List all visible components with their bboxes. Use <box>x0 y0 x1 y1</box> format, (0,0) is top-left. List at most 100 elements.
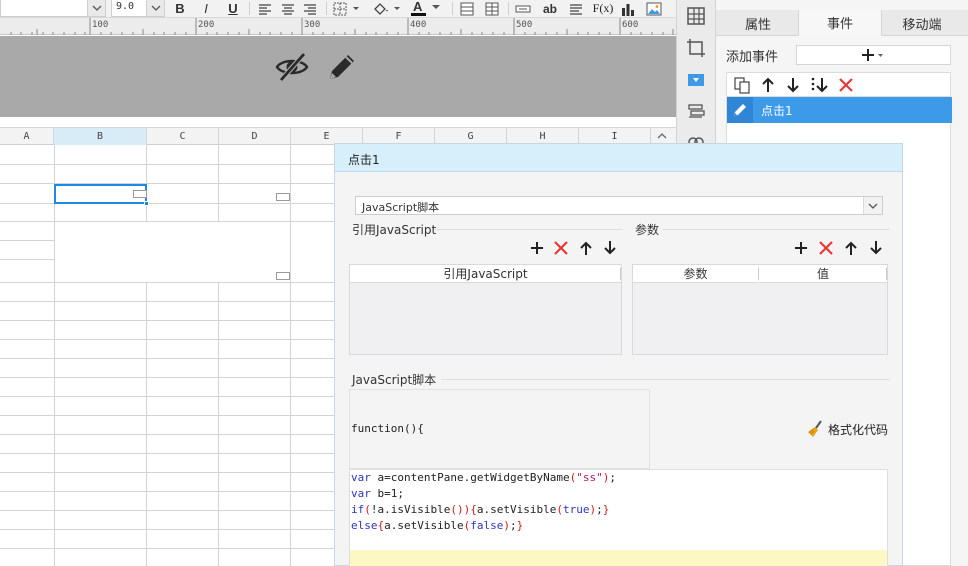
column-header[interactable]: C <box>147 128 219 145</box>
column-header[interactable]: A <box>0 128 54 145</box>
toolbar-divider <box>452 2 453 15</box>
split-cells-icon[interactable] <box>484 0 500 17</box>
event-toolbar <box>726 72 951 96</box>
property-tabs: 属性 事件 移动端 <box>716 10 968 36</box>
section-divider <box>435 229 623 230</box>
tab-mobile[interactable]: 移动端 <box>880 10 964 36</box>
italic-button[interactable]: I <box>198 0 214 17</box>
underline-button[interactable]: U <box>224 0 242 17</box>
move-down-icon[interactable] <box>869 240 883 256</box>
move-bottom-icon[interactable] <box>809 76 829 94</box>
toolbar-divider <box>508 2 509 15</box>
toolbar-divider <box>326 2 327 15</box>
column-header-selected[interactable]: B <box>54 128 147 145</box>
widget-marker[interactable] <box>276 193 290 201</box>
table-header-cell: 参数 <box>633 265 758 283</box>
table-header-cell: 引用JavaScript <box>350 265 621 283</box>
delete-icon[interactable] <box>818 240 834 256</box>
tab-properties[interactable]: 属性 <box>716 10 800 36</box>
selected-cell[interactable] <box>54 184 149 206</box>
section-ref-javascript: 引用JavaScript <box>352 223 437 237</box>
event-type-select[interactable]: JavaScript脚本 <box>355 196 883 215</box>
ruler-mark: 300 <box>304 20 321 30</box>
move-up-icon[interactable] <box>579 240 593 256</box>
widget-marker[interactable] <box>276 272 290 280</box>
font-size-value: 9.0 <box>116 1 135 12</box>
font-color-select[interactable]: A <box>410 0 444 17</box>
chevron-down-icon[interactable] <box>146 0 164 16</box>
formula-button[interactable]: F(x) <box>592 0 614 17</box>
list-item[interactable]: 点击1 <box>727 97 952 123</box>
fill-handle[interactable] <box>144 201 149 206</box>
code-lines: var a=contentPane.getWidgetByName("ss");… <box>351 470 616 534</box>
text-ab-button[interactable]: ab <box>540 0 560 17</box>
chevron-down-icon[interactable] <box>863 197 882 214</box>
list-widget-icon[interactable] <box>686 102 706 122</box>
table-header-cell: 值 <box>759 265 887 283</box>
column-header[interactable]: D <box>219 128 291 145</box>
section-params: 参数 <box>635 223 660 237</box>
add-event-button[interactable] <box>796 45 951 65</box>
delete-icon[interactable] <box>553 240 569 256</box>
paragraph-icon[interactable] <box>567 0 585 17</box>
move-down-icon[interactable] <box>603 240 617 256</box>
chevron-down-icon[interactable] <box>87 0 105 16</box>
add-icon[interactable] <box>529 240 545 256</box>
ruler-mark: 600 <box>622 20 639 30</box>
section-divider <box>663 229 890 230</box>
ruler-mark: 500 <box>516 20 533 30</box>
function-header-box: function(){ <box>349 389 650 469</box>
chart-icon[interactable] <box>620 0 636 17</box>
pencil-icon[interactable] <box>326 51 358 83</box>
crop-icon[interactable] <box>686 38 706 58</box>
dialog-header: 点击1 <box>335 144 902 172</box>
event-edit-dialog: 点击1 JavaScript脚本 引用JavaScript 参数 引用JavaS… <box>334 143 903 566</box>
code-editor[interactable]: var a=contentPane.getWidgetByName("ss");… <box>349 469 888 566</box>
text-field-icon[interactable] <box>514 0 532 17</box>
event-label: 点击1 <box>761 104 793 118</box>
section-divider <box>441 379 890 380</box>
scroll-up-icon[interactable] <box>655 130 669 142</box>
dropdown-widget-icon[interactable] <box>686 70 706 90</box>
delete-icon[interactable] <box>837 76 855 94</box>
dialog-title: 点击1 <box>348 153 380 167</box>
ruler-mark: 400 <box>410 20 427 30</box>
widget-marker[interactable] <box>133 190 147 198</box>
copy-icon[interactable] <box>733 76 751 94</box>
ruler-mark: 200 <box>198 20 215 30</box>
plus-dropdown-icon <box>861 49 883 61</box>
ref-javascript-table[interactable]: 引用JavaScript <box>349 264 622 355</box>
ruler-mark: 100 <box>92 20 109 30</box>
current-line-highlight <box>350 550 887 566</box>
params-table[interactable]: 参数 值 <box>632 264 888 355</box>
tab-events[interactable]: 事件 <box>798 10 882 36</box>
merge-cells-icon[interactable] <box>459 0 475 17</box>
align-center-icon[interactable] <box>279 0 297 17</box>
move-up-icon[interactable] <box>760 76 776 94</box>
widget-canvas[interactable] <box>0 36 676 117</box>
code-line: if(!a.isVisible()){a.setVisible(true);} <box>351 503 610 516</box>
format-code-button[interactable]: 格式化代码 <box>807 420 888 438</box>
section-javascript-script: JavaScript脚本 <box>352 373 437 387</box>
align-left-icon[interactable] <box>256 0 274 17</box>
font-size-select[interactable]: 9.0 <box>111 0 165 17</box>
border-select[interactable] <box>333 0 363 17</box>
edit-icon[interactable] <box>727 97 753 123</box>
image-icon[interactable] <box>645 0 663 17</box>
move-up-icon[interactable] <box>844 240 858 256</box>
grid-icon[interactable] <box>686 6 706 26</box>
code-line: var a=contentPane.getWidgetByName("ss"); <box>351 471 616 484</box>
bold-button[interactable]: B <box>172 0 188 17</box>
event-type-value: JavaScript脚本 <box>362 201 440 214</box>
add-event-label: 添加事件 <box>726 50 779 65</box>
font-color-label: A <box>413 0 423 14</box>
move-down-icon[interactable] <box>785 76 801 94</box>
align-right-icon[interactable] <box>301 0 319 17</box>
code-line: var b=1; <box>351 487 404 500</box>
code-line: else{a.setVisible(false);} <box>351 519 524 532</box>
function-header: function(){ <box>351 422 424 435</box>
font-name-select[interactable] <box>0 0 106 17</box>
add-icon[interactable] <box>793 240 809 256</box>
fill-color-select[interactable] <box>372 0 404 17</box>
eye-slash-icon[interactable] <box>275 50 309 84</box>
